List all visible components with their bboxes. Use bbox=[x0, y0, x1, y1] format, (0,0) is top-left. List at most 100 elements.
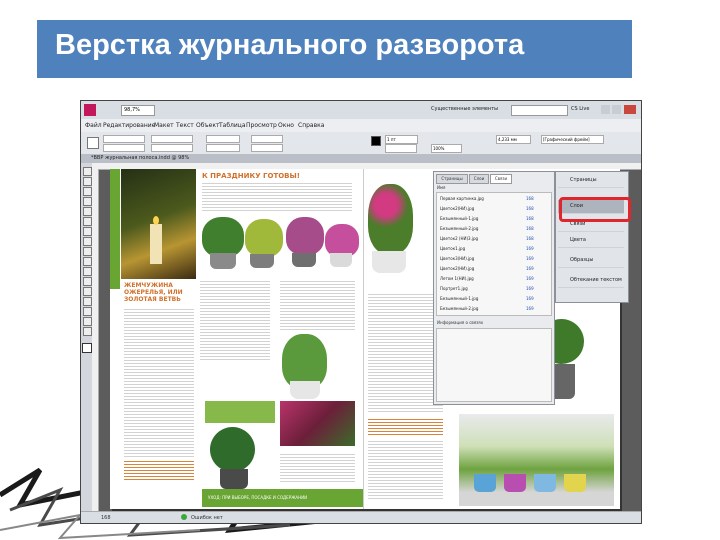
pot-photo-6 bbox=[220, 469, 248, 489]
close-button[interactable] bbox=[624, 105, 636, 114]
search-field[interactable] bbox=[511, 105, 568, 116]
menu-view[interactable]: Просмотр bbox=[246, 122, 277, 129]
menu-table[interactable]: Таблица bbox=[219, 122, 246, 129]
y-field[interactable] bbox=[103, 144, 145, 152]
gradient-tool-icon[interactable] bbox=[83, 287, 92, 296]
dock-item-text-wrap[interactable]: Обтекание текстом bbox=[558, 274, 624, 288]
eyedropper-tool-icon[interactable] bbox=[83, 307, 92, 316]
menu-file[interactable]: Файл bbox=[85, 122, 102, 129]
herb-pot-1 bbox=[474, 474, 496, 492]
rotate-field[interactable] bbox=[251, 135, 283, 143]
left-page: К ПРАЗДНИКУ ГОТОВЫ! ЖЕМЧУЖИНА ОЖЕРЕЛЬЯ, … bbox=[110, 169, 364, 509]
stroke-type-field[interactable] bbox=[385, 144, 417, 153]
plant-photo-2 bbox=[245, 219, 283, 257]
control-bar: 1 пт 100% 4,233 мм [Графический фрейм] bbox=[81, 132, 641, 155]
intro-text bbox=[202, 183, 352, 211]
width-field[interactable] bbox=[151, 135, 193, 143]
link-item[interactable]: Цветок2(НИ).jpg 168 bbox=[440, 205, 540, 213]
height-field[interactable] bbox=[151, 144, 193, 152]
page-tool-icon[interactable] bbox=[83, 187, 92, 196]
vertical-ruler bbox=[92, 169, 99, 513]
link-item[interactable]: Безымянный-1.jpg 168 bbox=[440, 215, 540, 223]
pencil-tool-icon[interactable] bbox=[83, 237, 92, 246]
flower-pot bbox=[372, 251, 406, 273]
fill-stroke-icon[interactable] bbox=[82, 343, 92, 353]
dock-item-pages[interactable]: Страницы bbox=[558, 174, 624, 188]
plant-photo-7 bbox=[280, 401, 355, 446]
direct-selection-tool-icon[interactable] bbox=[83, 177, 92, 186]
minimize-button[interactable] bbox=[601, 105, 610, 114]
menu-bar: Файл Редактирование Макет Текст Объект Т… bbox=[81, 119, 641, 133]
pot-photo-1 bbox=[210, 253, 236, 269]
scissors-tool-icon[interactable] bbox=[83, 267, 92, 276]
frame-style-select[interactable]: [Графический фрейм] bbox=[541, 135, 604, 144]
tab-links[interactable]: Связи bbox=[490, 174, 512, 184]
link-item[interactable]: Безымянный-1.jpg 169 bbox=[440, 295, 540, 303]
fill-swatch[interactable] bbox=[371, 136, 381, 146]
maximize-button[interactable] bbox=[612, 105, 621, 114]
rectangle-frame-tool-icon[interactable] bbox=[83, 247, 92, 256]
dock-item-swatches[interactable]: Образцы bbox=[558, 254, 624, 268]
links-list: Первая картинка.jpg 168 Цветок2(НИ).jpg 16… bbox=[436, 192, 552, 316]
rectangle-tool-icon[interactable] bbox=[83, 257, 92, 266]
cs-live-button[interactable]: CS Live bbox=[571, 105, 589, 114]
document-tab[interactable]: *ВВР журнальная полоса.indd @ 98% bbox=[81, 154, 641, 163]
tab-pages[interactable]: Страницы bbox=[436, 174, 468, 184]
link-item[interactable]: Безымянный-2.jpg 169 bbox=[440, 305, 540, 313]
x-field[interactable] bbox=[103, 135, 145, 143]
selection-tool-icon[interactable] bbox=[83, 167, 92, 176]
section-title: ЖЕМЧУЖИНА ОЖЕРЕЛЬЯ, ИЛИ ЗОЛОТАЯ ВЕТВЬ bbox=[124, 282, 183, 303]
menu-type[interactable]: Текст bbox=[176, 122, 194, 129]
headline-left: К ПРАЗДНИКУ ГОТОВЫ! bbox=[202, 172, 300, 180]
body-text-col-4 bbox=[280, 454, 355, 484]
indesign-screenshot: 98,7% Существенные элементы CS Live Файл… bbox=[80, 100, 642, 524]
pen-tool-icon[interactable] bbox=[83, 227, 92, 236]
link-info-header[interactable]: Информация о связях bbox=[437, 320, 483, 325]
zoom-field[interactable]: 98,7% bbox=[121, 105, 155, 116]
link-item[interactable]: Цветок1.jpg 169 bbox=[440, 245, 540, 253]
link-item[interactable]: Портрет1.jpg 169 bbox=[440, 285, 540, 293]
type-tool-icon[interactable] bbox=[83, 207, 92, 216]
zoom-tool-icon[interactable] bbox=[83, 327, 92, 336]
page-number-field[interactable]: 168 bbox=[101, 515, 111, 521]
size-field[interactable]: 4,233 мм bbox=[496, 135, 531, 144]
link-item[interactable]: Безымянный-2.jpg 168 bbox=[440, 225, 540, 233]
stroke-weight-field[interactable]: 1 пт bbox=[385, 135, 418, 144]
reference-point-icon[interactable] bbox=[87, 137, 99, 149]
tab-layers[interactable]: Слои bbox=[469, 174, 489, 184]
candle-image bbox=[150, 224, 162, 264]
pot-photo-3 bbox=[292, 253, 316, 267]
preflight-indicator-icon bbox=[181, 514, 187, 520]
link-item[interactable]: Цветок3(НИ).jpg 169 bbox=[440, 255, 540, 263]
pot-photo-2 bbox=[250, 254, 274, 268]
slide-title: Верстка журнального разворота bbox=[55, 29, 525, 61]
slide-title-bar: Верстка журнального разворота bbox=[37, 20, 632, 78]
opacity-field[interactable]: 100% bbox=[431, 144, 462, 153]
app-logo-icon bbox=[84, 104, 96, 116]
transform-tool-icon[interactable] bbox=[83, 277, 92, 286]
link-item[interactable]: Цветок2 (НИ)3.jpg 168 bbox=[440, 235, 540, 243]
herb-pot-3 bbox=[534, 474, 556, 492]
menu-object[interactable]: Объект bbox=[196, 122, 219, 129]
link-item[interactable]: Первая картинка.jpg 168 bbox=[440, 195, 540, 203]
shear-field[interactable] bbox=[251, 144, 283, 152]
link-info-area bbox=[436, 328, 552, 402]
menu-edit[interactable]: Редактирование bbox=[103, 122, 155, 129]
plant-photo-1 bbox=[202, 217, 244, 257]
dock-item-colors[interactable]: Цвета bbox=[558, 234, 624, 248]
gap-tool-icon[interactable] bbox=[83, 197, 92, 206]
scale-x-field[interactable] bbox=[206, 135, 240, 143]
menu-layout[interactable]: Макет bbox=[154, 122, 174, 129]
workspace-switcher[interactable]: Существенные элементы bbox=[431, 105, 506, 114]
plant-photo-6 bbox=[210, 427, 255, 472]
note-tool-icon[interactable] bbox=[83, 297, 92, 306]
scale-y-field[interactable] bbox=[206, 144, 240, 152]
link-item[interactable]: Цветок2(НИ).jpg 169 bbox=[440, 265, 540, 273]
link-item[interactable]: Летом 1(НИ).jpg 169 bbox=[440, 275, 540, 283]
highlight-box bbox=[559, 197, 631, 222]
menu-window[interactable]: Окно bbox=[278, 122, 294, 129]
document-tab-title: *ВВР журнальная полоса.indd @ 98% bbox=[91, 155, 190, 161]
menu-help[interactable]: Справка bbox=[298, 122, 324, 129]
hand-tool-icon[interactable] bbox=[83, 317, 92, 326]
line-tool-icon[interactable] bbox=[83, 217, 92, 226]
